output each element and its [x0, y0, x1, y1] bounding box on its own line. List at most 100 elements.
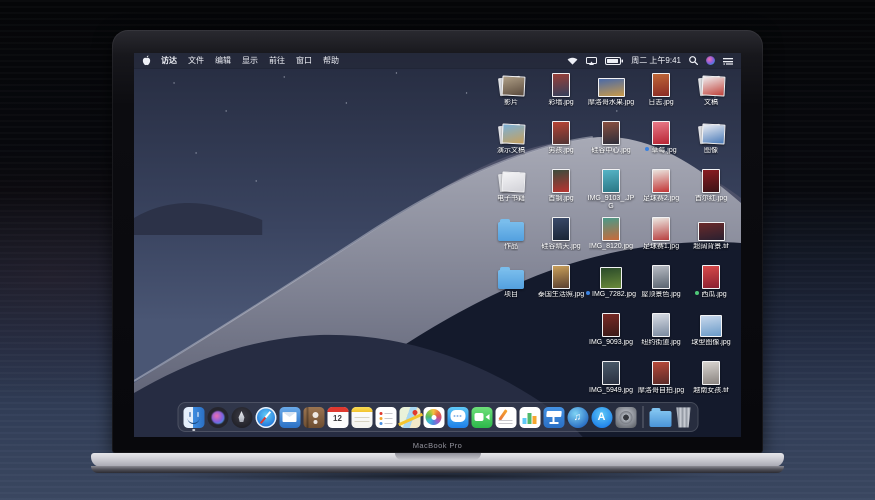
device-label: MacBook Pro	[412, 441, 463, 450]
macbook-lid-notch	[394, 453, 481, 460]
file-icon	[552, 262, 570, 289]
desktop-icon-IMG_9103_.JPG[interactable]: IMG_9103_.JPG	[586, 166, 636, 214]
dock-downloads-folder-icon[interactable]	[649, 407, 671, 427]
icon-label: IMG_9093.jpg	[589, 339, 633, 346]
desktop-icon-屋顶景色.jpg[interactable]: 屋顶景色.jpg	[636, 262, 686, 310]
file-icon	[702, 262, 720, 289]
menu-item-6[interactable]: 帮助	[323, 55, 339, 66]
folder-icon	[498, 262, 524, 289]
desktop-icon-超阔背景.tif[interactable]: 超阔背景.tif	[686, 214, 736, 262]
desktop-icon-越南女孩.tif[interactable]: 越南女孩.tif	[686, 358, 736, 406]
icon-label: 硅谷中心.jpg	[591, 147, 631, 154]
desktop-icon-IMG_5949.jpg[interactable]: IMG_5949.jpg	[586, 358, 636, 406]
spotlight-icon[interactable]	[689, 56, 698, 65]
desktop-icon-IMG_9093.jpg[interactable]: IMG_9093.jpg	[586, 310, 636, 358]
desktop-icon-项目[interactable]: 项目	[486, 262, 536, 310]
dock-trash-icon[interactable]	[676, 407, 691, 428]
file-icon	[602, 310, 620, 337]
file-icon	[552, 70, 570, 97]
desktop-icon-彩墙.jpg[interactable]: 彩墙.jpg	[536, 70, 586, 118]
desktop-icon-硅谷晴天.jpg[interactable]: 硅谷晴天.jpg	[536, 214, 586, 262]
menu-item-2[interactable]: 编辑	[215, 55, 231, 66]
desktop-icon-作品[interactable]: 作品	[486, 214, 536, 262]
desktop-icon-硅谷中心.jpg[interactable]: 硅谷中心.jpg	[586, 118, 636, 166]
clock[interactable]: 周二 上午9:41	[631, 55, 681, 66]
icon-label: IMG_5949.jpg	[589, 387, 633, 394]
desktop-icon-草莓.jpg[interactable]: 草莓.jpg	[636, 118, 686, 166]
file-icon	[652, 166, 670, 193]
icon-label: 男孩.jpg	[548, 147, 574, 154]
dock-mail-icon[interactable]	[279, 406, 300, 428]
dock-pages-icon[interactable]	[495, 406, 516, 428]
desktop-icon-纽约街道.jpg[interactable]: 纽约街道.jpg	[636, 310, 686, 358]
battery-icon[interactable]	[605, 56, 624, 65]
file-icon	[600, 262, 622, 289]
dock-reminders-icon[interactable]	[375, 406, 396, 428]
icon-label: 影片	[504, 99, 518, 106]
desktop-icon-泰国生活照.jpg[interactable]: 泰国生活照.jpg	[536, 262, 586, 310]
file-icon	[702, 358, 720, 385]
desktop-grid: 影片 彩墙.jpg 摩洛哥水果.jpg 日志.jpg 文稿演示文稿 男孩.jpg 硅谷中心.…	[486, 70, 736, 406]
file-icon	[652, 262, 670, 289]
promo-background: 访达 文件 编辑 显示 前往 窗口 帮助 周二 上午9:41 影片 彩墙.jpg…	[0, 0, 875, 500]
dock-maps-icon[interactable]	[399, 406, 420, 428]
file-icon	[700, 310, 722, 337]
dock-keynote-icon[interactable]	[543, 406, 564, 428]
dock-appstore-icon[interactable]: A	[591, 406, 612, 428]
desktop-icon-文稿[interactable]: 文稿	[686, 70, 736, 118]
menu-item-3[interactable]: 显示	[242, 55, 258, 66]
icon-label: 硅谷晴天.jpg	[541, 243, 581, 250]
airplay-icon[interactable]	[586, 56, 598, 65]
dock-finder-icon[interactable]	[183, 406, 204, 431]
desktop-icon-足球赛1.jpg[interactable]: 足球赛1.jpg	[636, 214, 686, 262]
dock-calendar-icon[interactable]: 12	[327, 406, 348, 428]
menu-item-5[interactable]: 窗口	[296, 55, 312, 66]
file-icon	[697, 214, 725, 241]
desktop-icon-西瓜.jpg[interactable]: 西瓜.jpg	[686, 262, 736, 310]
apple-logo-icon	[142, 55, 151, 66]
desktop-icon-摩洛哥水果.jpg[interactable]: 摩洛哥水果.jpg	[586, 70, 636, 118]
dock: 12 ♫ A	[177, 402, 698, 432]
dock-messages-icon[interactable]	[447, 406, 468, 428]
notification-center-icon[interactable]	[723, 57, 733, 65]
desktop-icon-IMG_7282.jpg[interactable]: IMG_7282.jpg	[586, 262, 636, 310]
icon-label: 球型图像.jpg	[691, 339, 731, 346]
menu-item-1[interactable]: 文件	[188, 55, 204, 66]
dock-facetime-icon[interactable]	[471, 406, 492, 428]
dock-safari-icon[interactable]	[255, 406, 276, 428]
dock-numbers-icon[interactable]	[519, 406, 540, 428]
apple-menu[interactable]	[142, 55, 151, 66]
stack-icon	[697, 70, 726, 97]
dock-itunes-icon[interactable]: ♫	[567, 406, 588, 428]
desktop-icon-首尔红.jpg[interactable]: 首尔红.jpg	[686, 166, 736, 214]
desktop-icon-影片[interactable]: 影片	[486, 70, 536, 118]
siri-icon[interactable]	[706, 56, 715, 65]
desktop-icon-摩洛哥自拍.jpg[interactable]: 摩洛哥自拍.jpg	[636, 358, 686, 406]
desktop-icon-图像[interactable]: 图像	[686, 118, 736, 166]
dock-contacts-icon[interactable]	[303, 406, 324, 428]
desktop-icon-IMG_8120.jpg[interactable]: IMG_8120.jpg	[586, 214, 636, 262]
dock-photos-icon[interactable]	[423, 406, 444, 428]
dock-sysprefs-icon[interactable]	[615, 406, 636, 428]
desktop-icon-电子书籍[interactable]: 电子书籍	[486, 166, 536, 214]
desktop-icon-演示文稿[interactable]: 演示文稿	[486, 118, 536, 166]
dock-launchpad-icon[interactable]	[231, 406, 252, 428]
file-icon	[702, 166, 720, 193]
macbook-base	[91, 453, 784, 467]
icon-label: IMG_8120.jpg	[589, 243, 633, 250]
icon-label: 超阔背景.tif	[693, 243, 729, 250]
desktop-icon-男孩.jpg[interactable]: 男孩.jpg	[536, 118, 586, 166]
file-icon	[597, 70, 625, 97]
icon-label: 首尔红.jpg	[694, 195, 728, 202]
dock-notes-icon[interactable]	[351, 406, 372, 428]
file-icon	[652, 214, 670, 241]
wifi-icon[interactable]	[567, 57, 578, 65]
menu-item-0[interactable]: 访达	[161, 55, 177, 66]
desktop-icon-日志.jpg[interactable]: 日志.jpg	[636, 70, 686, 118]
icon-label: 纽约街道.jpg	[641, 339, 681, 346]
dock-siri-icon[interactable]	[207, 406, 228, 428]
menu-item-4[interactable]: 前往	[269, 55, 285, 66]
desktop-icon-球型图像.jpg[interactable]: 球型图像.jpg	[686, 310, 736, 358]
desktop-icon-足球赛2.jpg[interactable]: 足球赛2.jpg	[636, 166, 686, 214]
desktop-icon-首钢.jpg[interactable]: 首钢.jpg	[536, 166, 586, 214]
